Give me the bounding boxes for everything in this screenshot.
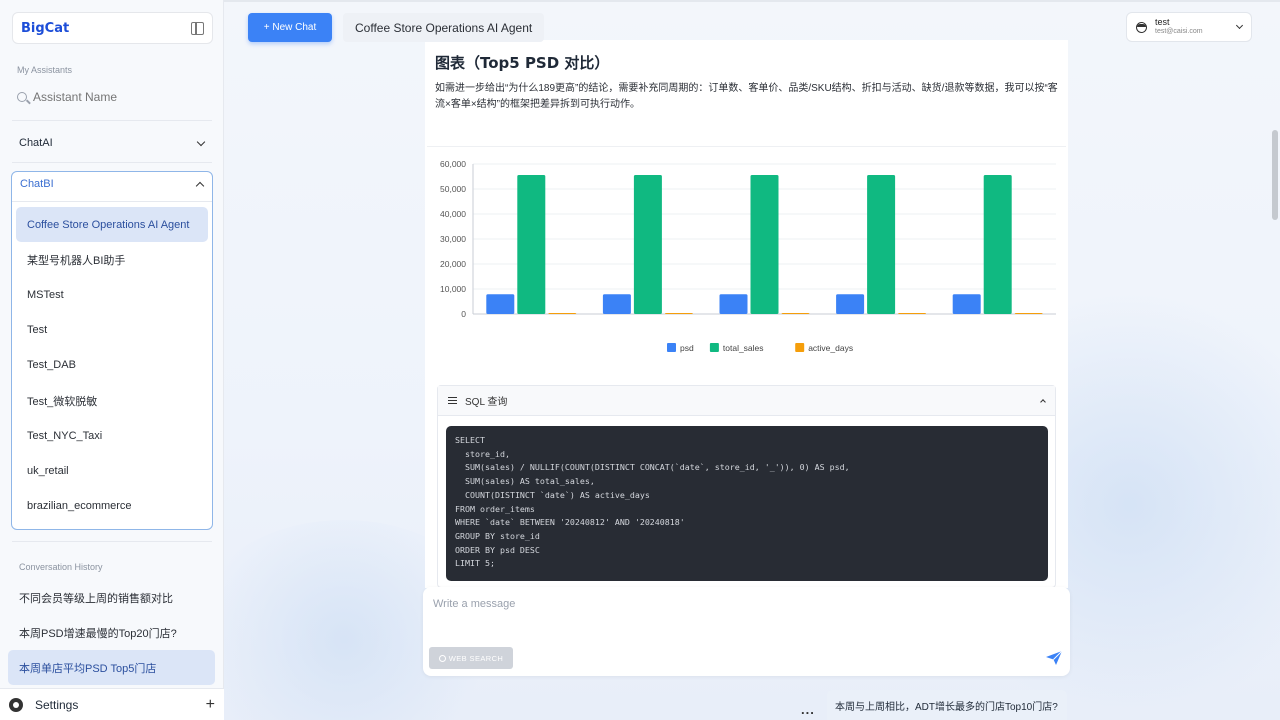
user-name: test [1155,17,1170,27]
sidebar: BigCat My Assistants ChatAI ChatBI Coffe… [0,0,224,720]
add-icon[interactable]: + [206,696,215,714]
legend-label: psd [680,343,694,353]
history-item[interactable]: 本周PSD增速最慢的Top20门店? [8,615,215,650]
gear-icon [9,697,23,712]
bar-total_sales [983,175,1012,314]
history-item[interactable]: 本周单店平均PSD Top5门店 [8,650,215,685]
bar-psd [602,294,631,314]
sql-panel: SQL 查询 SELECT store_id, SUM(sales) / NUL… [437,385,1056,588]
composer: WEB SEARCH [423,587,1070,676]
group-chatbi: ChatBI Coffee Store Operations AI Agent … [11,171,213,530]
web-search-button[interactable]: WEB SEARCH [429,647,513,669]
bar-total_sales [633,175,662,314]
assistant-item[interactable]: 某型号机器人BI助手 [16,242,208,277]
divider [12,541,212,542]
sql-code: SELECT store_id, SUM(sales) / NULLIF(COU… [446,426,1048,581]
more-icon[interactable]: ... [801,702,815,717]
bar-psd [952,294,981,314]
assistant-item[interactable]: Test_微软脱敏 [16,383,208,418]
settings-label: Settings [35,697,79,712]
legend-label: active_days [808,343,853,353]
history-label: Conversation History [19,562,103,572]
bar-active_days [664,313,693,314]
top-bar: + New Chat Coffee Store Operations AI Ag… [224,0,1280,52]
y-tick-label: 0 [461,309,466,319]
search-icon [17,92,27,102]
agent-title: Coffee Store Operations AI Agent [343,13,545,42]
bar-total_sales [867,175,896,314]
group-chatbi-header[interactable]: ChatBI [12,172,212,196]
bar-psd [836,294,865,314]
bar-active_days [1014,313,1043,314]
y-tick-label: 60,000 [440,159,466,169]
bar-active_days [898,313,927,314]
send-icon[interactable] [1045,650,1063,666]
bar-total_sales [750,175,779,314]
message-heading: 图表（Top5 PSD 对比） [435,54,610,72]
assistant-item[interactable]: uk_retail [16,453,208,488]
user-email: test@caisi.com [1155,28,1203,35]
y-tick-label: 40,000 [440,209,466,219]
assistant-item[interactable]: MSTest [16,277,208,312]
message-input[interactable] [433,598,1033,638]
assistant-item[interactable]: Test_DAB [16,348,208,383]
legend-swatch [667,343,676,352]
assistant-item[interactable]: brazilian_ecommerce [16,489,208,524]
new-chat-button[interactable]: + New Chat [248,13,332,42]
bar-psd [719,294,748,314]
scrollbar[interactable] [1270,0,1280,720]
bar-psd [486,294,515,314]
settings-bar[interactable]: Settings + [0,688,224,720]
y-tick-label: 20,000 [440,259,466,269]
group-chatai-label: ChatAI [19,137,53,149]
y-tick-label: 50,000 [440,184,466,194]
chevron-up-icon [1040,399,1046,405]
brand-bar: BigCat [12,12,213,44]
chevron-down-icon [196,137,206,146]
divider [12,120,212,121]
assistant-search [17,88,207,106]
bar-chart: 0 10,000 20,000 30,000 40,000 50,000 60,000 psd… [427,146,1066,372]
message-paragraph: 如需进一步给出“为什么189更高”的结论，需要补充同周期的：订单数、客单价、品类… [435,83,1058,110]
list-icon [448,397,457,404]
user-info: test test@caisi.com [1155,18,1203,36]
history-item[interactable]: 不同会员等级上周的销售额对比 [8,580,215,615]
assistant-search-input[interactable] [33,90,198,104]
bar-active_days [548,313,577,314]
web-search-label: WEB SEARCH [448,653,504,663]
suggested-question[interactable]: 本周与上周相比，ADT增长最多的门店Top10门店? [827,690,1067,720]
sql-title: SQL 查询 [465,397,508,408]
divider [224,0,1280,2]
bar-active_days [781,313,810,314]
y-tick-label: 10,000 [440,284,466,294]
brand-logo: BigCat [21,20,70,36]
sql-header[interactable]: SQL 查询 [438,386,1055,416]
chevron-down-icon [1235,21,1244,30]
divider [12,162,212,163]
globe-icon [438,654,446,662]
assistant-item[interactable]: Coffee Store Operations AI Agent [16,207,208,243]
assistant-item[interactable]: Test [16,313,208,348]
legend-swatch [795,343,805,352]
chevron-up-icon [195,181,205,190]
bar-total_sales [517,175,546,314]
scrollbar-thumb[interactable] [1272,130,1278,220]
assistant-item[interactable]: Test_NYC_Taxi [16,418,208,453]
my-assistants-label: My Assistants [17,65,73,75]
group-chatbi-label: ChatBI [20,178,54,190]
main-area: + New Chat Coffee Store Operations AI Ag… [224,0,1280,720]
group-chatai[interactable]: ChatAI [12,130,212,156]
chart-svg: 0 10,000 20,000 30,000 40,000 50,000 60,000 psd… [440,159,1056,353]
user-menu[interactable]: test test@caisi.com [1126,12,1252,42]
legend-swatch [709,343,719,352]
y-tick-label: 30,000 [440,234,466,244]
legend-label: total_sales [723,343,764,353]
toggle-sidebar-icon[interactable] [191,21,204,35]
avatar-icon [1136,21,1147,33]
assistant-message: 图表（Top5 PSD 对比） 如需进一步给出“为什么189更高”的结论，需要补… [425,40,1068,588]
